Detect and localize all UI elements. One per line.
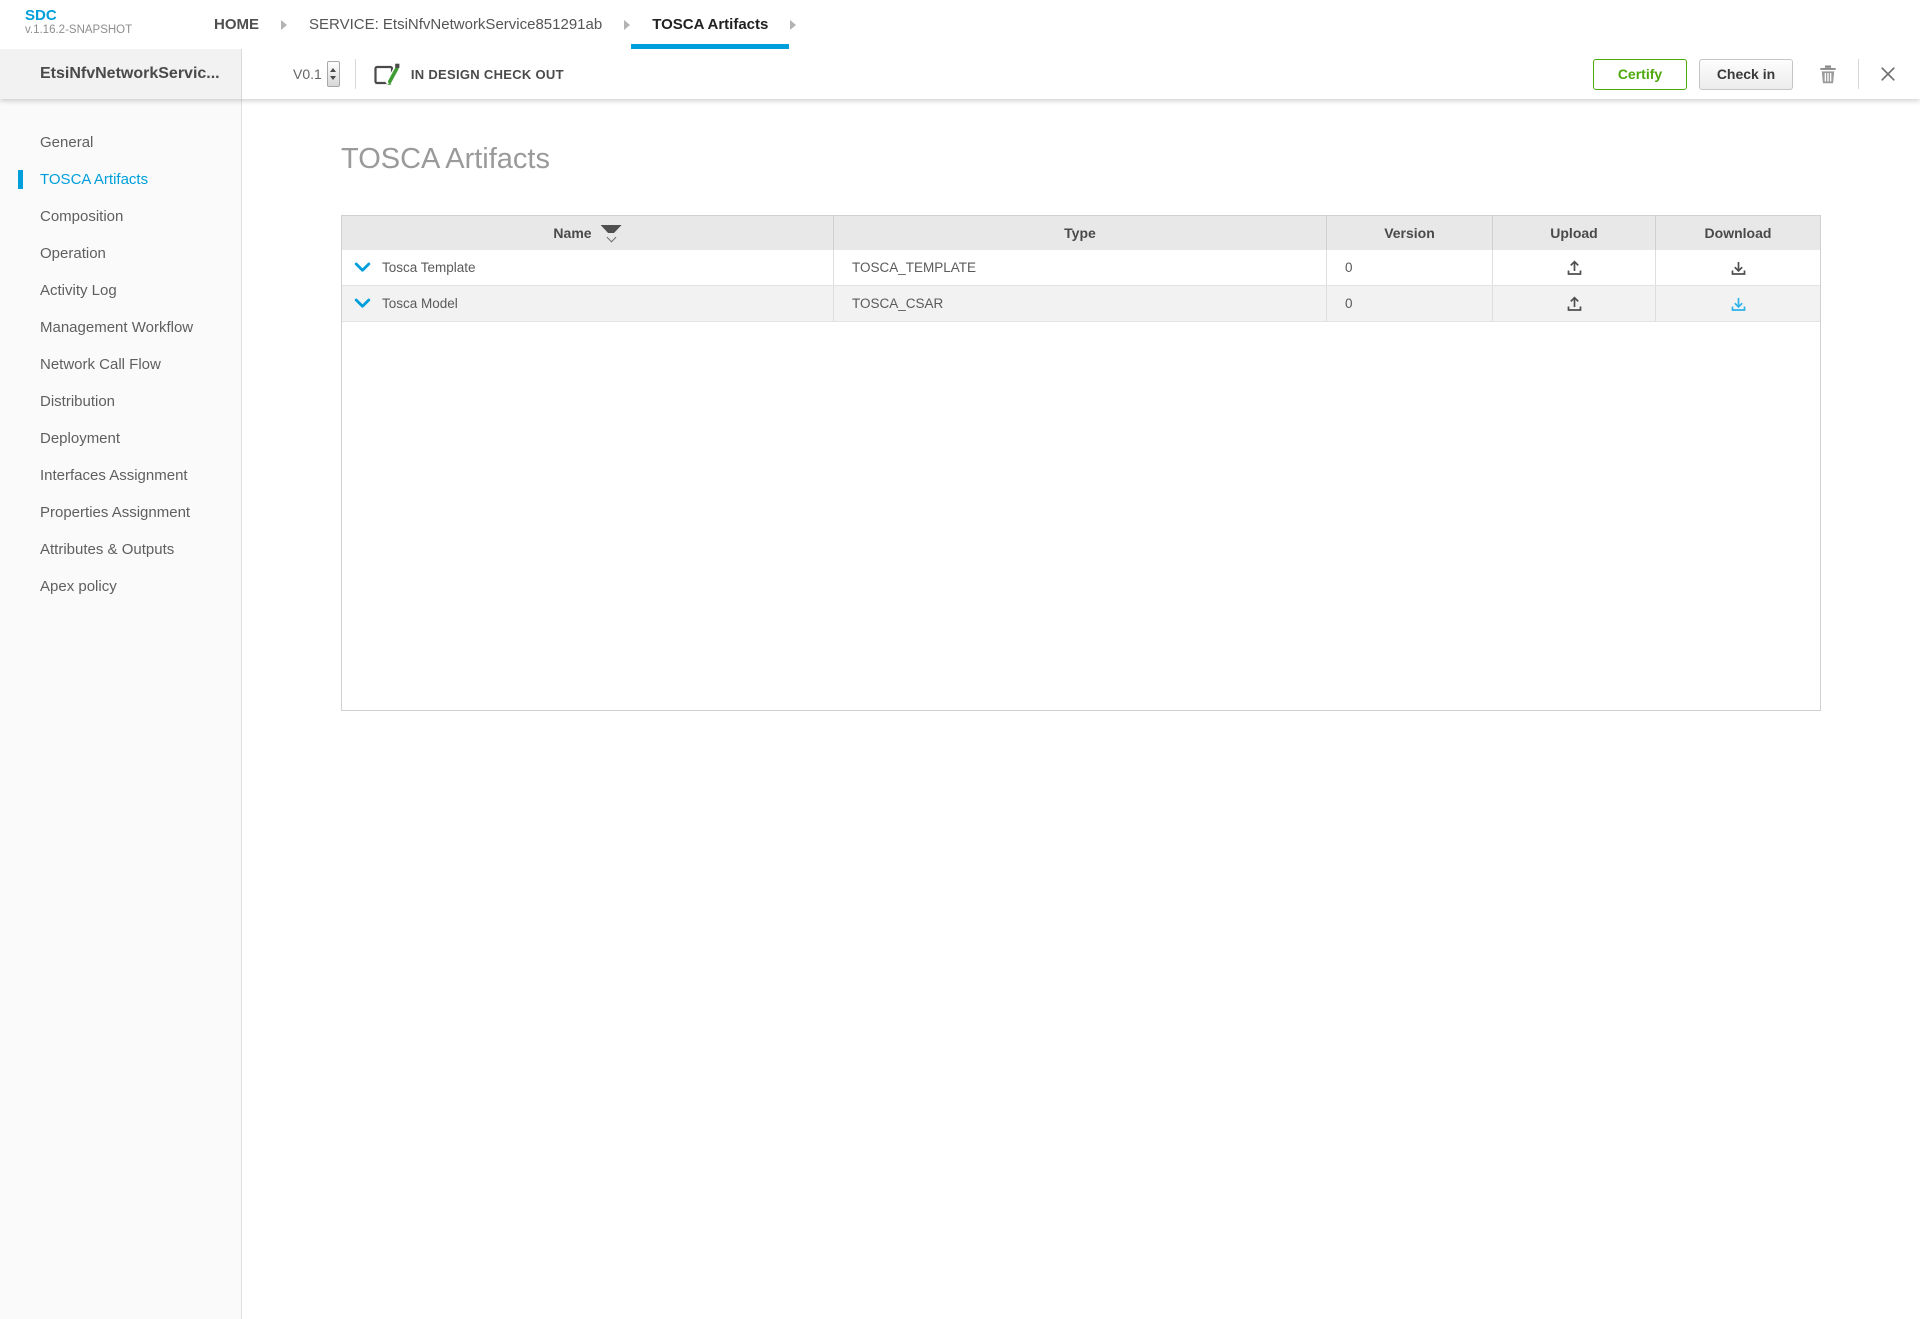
- sidebar-item-general[interactable]: General: [0, 124, 241, 161]
- download-icon[interactable]: [1729, 258, 1748, 277]
- version-label: V0.1: [293, 66, 322, 82]
- sidebar-item-properties-assignment[interactable]: Properties Assignment: [0, 494, 241, 531]
- stepper-down-icon[interactable]: [330, 76, 336, 80]
- trash-icon: [1819, 64, 1837, 84]
- expand-chevron-icon[interactable]: [354, 262, 371, 273]
- delete-button[interactable]: [1819, 64, 1837, 84]
- sidebar-item-network-call-flow[interactable]: Network Call Flow: [0, 346, 241, 383]
- close-button[interactable]: [1880, 66, 1896, 82]
- column-header-download[interactable]: Download: [1656, 216, 1820, 250]
- service-name-title: EtsiNfvNetworkServic...: [40, 65, 220, 83]
- stepper-up-icon[interactable]: [330, 68, 336, 72]
- toolbar-divider: [1858, 59, 1859, 89]
- sidebar-item-apex-policy[interactable]: Apex policy: [0, 568, 241, 605]
- column-header-name-label: Name: [553, 225, 591, 241]
- artifact-name-label: Tosca Template: [382, 260, 476, 275]
- page-title: TOSCA Artifacts: [341, 143, 1920, 176]
- artifact-name-label: Tosca Model: [382, 296, 458, 311]
- column-header-name[interactable]: Name: [342, 216, 834, 250]
- artifact-type-cell: TOSCA_CSAR: [834, 286, 1327, 321]
- toolbar-actions: Certify Check in: [1593, 59, 1896, 90]
- download-icon-active[interactable]: [1729, 294, 1748, 313]
- tab-tosca-artifacts[interactable]: TOSCA Artifacts: [631, 0, 789, 49]
- table-empty-area: [342, 322, 1820, 710]
- header-row: EtsiNfvNetworkServic... V0.1 IN DESIGN C…: [0, 49, 1920, 99]
- column-header-version[interactable]: Version: [1327, 216, 1493, 250]
- sidebar-item-distribution[interactable]: Distribution: [0, 383, 241, 420]
- breadcrumb-arrow-icon: [281, 20, 287, 30]
- tab-home[interactable]: HOME: [193, 0, 280, 49]
- sidebar-item-deployment[interactable]: Deployment: [0, 420, 241, 457]
- sdc-logo-text: SDC: [25, 7, 132, 24]
- breadcrumb: HOME SERVICE: EtsiNfvNetworkService85129…: [193, 0, 797, 49]
- lifecycle-status-label: IN DESIGN CHECK OUT: [411, 67, 564, 82]
- breadcrumb-arrow-icon: [790, 20, 796, 30]
- artifact-type-cell: TOSCA_TEMPLATE: [834, 250, 1327, 285]
- sdc-logo: SDC v.1.16.2-SNAPSHOT: [25, 7, 132, 37]
- check-in-button[interactable]: Check in: [1699, 59, 1793, 90]
- sidebar-item-management-workflow[interactable]: Management Workflow: [0, 309, 241, 346]
- upload-cell: [1493, 286, 1656, 321]
- certify-button[interactable]: Certify: [1593, 59, 1687, 90]
- expand-chevron-icon[interactable]: [354, 298, 371, 309]
- tab-service[interactable]: SERVICE: EtsiNfvNetworkService851291ab: [288, 0, 623, 49]
- upload-cell: [1493, 250, 1656, 285]
- sidebar-item-activity-log[interactable]: Activity Log: [0, 272, 241, 309]
- sort-icon[interactable]: [601, 225, 622, 241]
- version-stepper[interactable]: [327, 61, 340, 87]
- tosca-artifacts-table: Name Type Version Upload Download Tosca …: [341, 215, 1821, 711]
- main-content: TOSCA Artifacts Name Type Version Upload…: [242, 99, 1920, 1319]
- table-row: Tosca Model TOSCA_CSAR 0: [342, 286, 1820, 322]
- upload-icon[interactable]: [1565, 294, 1584, 313]
- column-header-upload[interactable]: Upload: [1493, 216, 1656, 250]
- table-header-row: Name Type Version Upload Download: [342, 216, 1820, 250]
- sidebar-item-tosca-artifacts[interactable]: TOSCA Artifacts: [0, 161, 241, 198]
- toolbar-divider: [355, 59, 356, 89]
- sidebar-item-operation[interactable]: Operation: [0, 235, 241, 272]
- artifact-name-cell: Tosca Template: [342, 250, 834, 285]
- sidebar-item-interfaces-assignment[interactable]: Interfaces Assignment: [0, 457, 241, 494]
- top-navigation-bar: SDC v.1.16.2-SNAPSHOT HOME SERVICE: Etsi…: [0, 0, 1920, 49]
- toolbar: V0.1 IN DESIGN CHECK OUT Certify Check i…: [242, 49, 1920, 99]
- table-row: Tosca Template TOSCA_TEMPLATE 0: [342, 250, 1820, 286]
- column-header-type[interactable]: Type: [834, 216, 1327, 250]
- upload-icon[interactable]: [1565, 258, 1584, 277]
- download-cell: [1656, 250, 1820, 285]
- artifact-version-cell: 0: [1327, 250, 1493, 285]
- sidebar-item-composition[interactable]: Composition: [0, 198, 241, 235]
- download-cell: [1656, 286, 1820, 321]
- artifact-version-cell: 0: [1327, 286, 1493, 321]
- breadcrumb-arrow-icon: [624, 20, 630, 30]
- sidebar-item-attributes-outputs[interactable]: Attributes & Outputs: [0, 531, 241, 568]
- in-design-edit-icon: [371, 61, 402, 88]
- sidebar: General TOSCA Artifacts Composition Oper…: [0, 99, 242, 1319]
- sidebar-header: EtsiNfvNetworkServic...: [0, 49, 242, 99]
- close-icon: [1880, 66, 1896, 82]
- sdc-version-text: v.1.16.2-SNAPSHOT: [25, 24, 132, 37]
- artifact-name-cell: Tosca Model: [342, 286, 834, 321]
